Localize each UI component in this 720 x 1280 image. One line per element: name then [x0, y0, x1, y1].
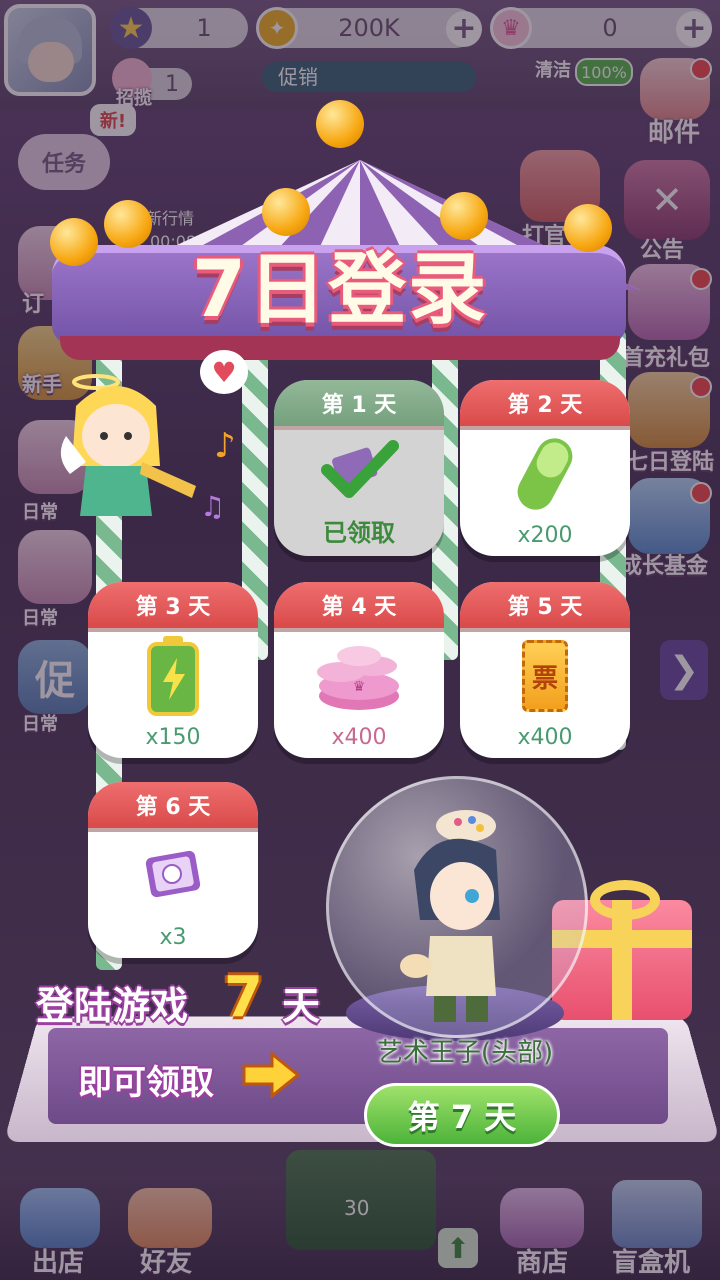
cat-card-icon [145, 850, 201, 898]
heart-bubble-icon: ♥ [200, 350, 248, 394]
day-7-button[interactable]: 第 7 天 [364, 1083, 560, 1147]
dialog-title: 7日登录 [191, 245, 489, 335]
promo-text-login: 登陆游戏 [36, 984, 189, 1028]
reward-qty: x3 [159, 925, 187, 950]
day-card-header: 第 2 天 [460, 380, 630, 430]
day-card-header: 第 6 天 [88, 782, 258, 832]
angel-girl-mascot [60, 374, 196, 516]
roof-ball [104, 200, 152, 248]
day-card-1[interactable]: 第 1 天 已领取 [274, 380, 444, 556]
roof-ball [50, 218, 98, 266]
day-card-header: 第 1 天 [274, 380, 444, 430]
ticket-icon: 票 [522, 640, 568, 712]
checkmark-icon [321, 440, 399, 498]
roof-ball [316, 100, 364, 148]
claimed-label: 已领取 [323, 519, 395, 547]
day-card-header: 第 3 天 [88, 582, 258, 632]
arrow-right-icon [242, 1052, 301, 1098]
reward-qty: x400 [331, 725, 387, 750]
music-note-icon: ♪ [214, 426, 236, 466]
day-card-4[interactable]: 第 4 天 ♛ x400 [274, 582, 444, 758]
prize-name: 艺术王子(头部) [376, 1038, 554, 1068]
reward-qty: x200 [517, 523, 573, 548]
music-note-icon: ♫ [200, 490, 226, 523]
day-card-5[interactable]: 第 5 天 票 x400 [460, 582, 630, 758]
promo-text-number: 7 [224, 965, 263, 1030]
reward-qty: x150 [145, 725, 201, 750]
promo-text-unit: 天 [282, 984, 321, 1028]
svg-text:♛: ♛ [353, 679, 366, 695]
green-capsule-icon [517, 438, 573, 510]
day-card-header: 第 4 天 [274, 582, 444, 632]
reward-qty: x400 [517, 725, 573, 750]
day-card-2[interactable]: 第 2 天 x200 [460, 380, 630, 556]
day-card-header: 第 5 天 [460, 582, 630, 632]
art-prince-figure [400, 810, 500, 1022]
day-card-3[interactable]: 第 3 天 x150 [88, 582, 258, 758]
roof-ball [564, 204, 612, 252]
pink-coins-icon: ♛ [317, 646, 399, 710]
battery-icon [147, 636, 199, 716]
promo-text-claim: 即可领取 [78, 1063, 214, 1103]
day-card-6[interactable]: 第 6 天 x3 [88, 782, 258, 958]
gift-bow [590, 880, 660, 920]
carousel-banner-trim [60, 336, 620, 360]
